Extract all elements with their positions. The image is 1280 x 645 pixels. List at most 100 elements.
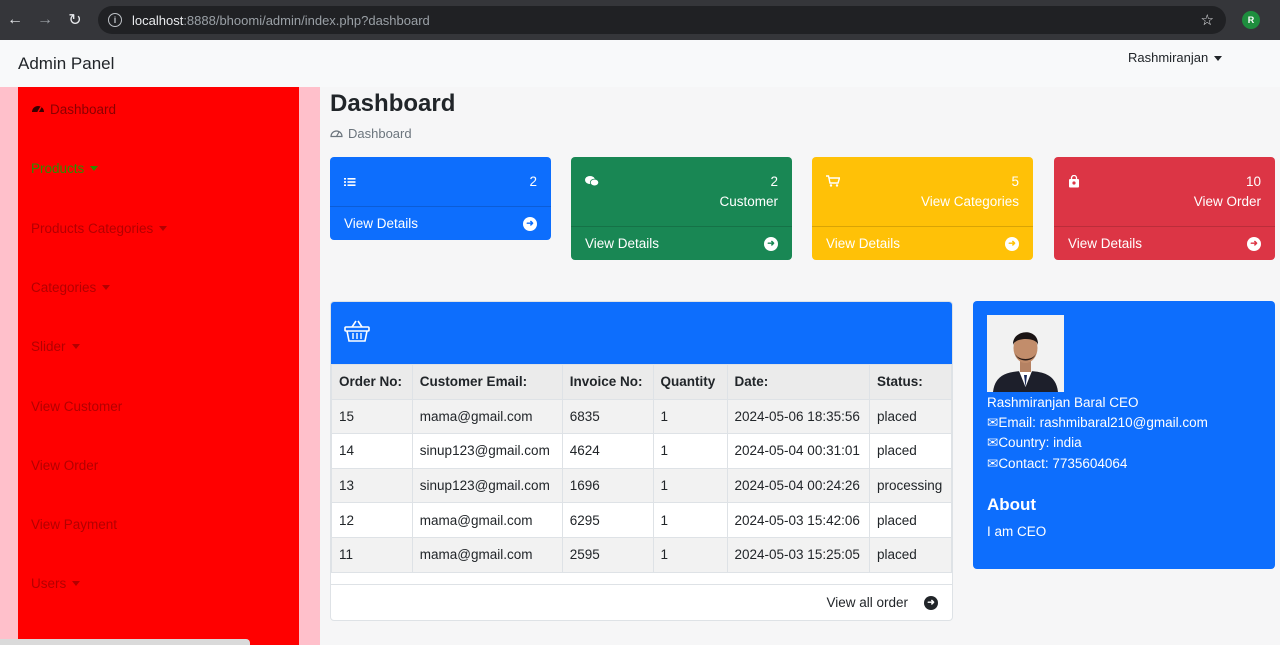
- about-text: I am CEO: [987, 524, 1047, 539]
- stat-count: 2: [529, 174, 537, 189]
- sidebar-item-users[interactable]: Users: [31, 576, 81, 591]
- table-cell: 12: [331, 502, 413, 538]
- sidebar-item-label: Users: [31, 576, 67, 591]
- back-arrow-icon[interactable]: ←: [0, 0, 30, 40]
- table-cell: 2024-05-06 18:35:56: [726, 398, 870, 435]
- table-row: 13 sinup123@gmail.com 1696 1 2024-05-04 …: [331, 467, 952, 504]
- sidebar-item-products-categories[interactable]: Products Categories: [31, 221, 168, 236]
- view-details-link[interactable]: View Details ➜: [330, 206, 551, 240]
- url-path: :8888/bhoomi/admin/index.php?dashboard: [183, 12, 430, 28]
- basket-icon: [344, 320, 370, 342]
- table-cell: 13: [331, 467, 413, 504]
- user-name: Rashmiranjan: [1128, 50, 1209, 65]
- sidebar-item-label: Dashboard: [50, 102, 117, 117]
- table-cell: mama@gmail.com: [411, 502, 563, 538]
- view-details-label: View Details: [1068, 236, 1143, 251]
- sidebar-item-dashboard[interactable]: Dashboard: [31, 102, 116, 117]
- stat-card-orders: 10 View Order View Details ➜: [1054, 157, 1275, 260]
- sidebar-item-view-order[interactable]: View Order: [31, 458, 98, 473]
- sidebar-item-label: Products: [31, 161, 85, 176]
- envelope-icon: ✉: [987, 415, 999, 430]
- table-row: 11 mama@gmail.com 2595 1 2024-05-03 15:2…: [331, 536, 952, 573]
- table-row: 15 mama@gmail.com 6835 1 2024-05-06 18:3…: [331, 398, 952, 435]
- view-all-label: View all order: [826, 595, 908, 610]
- arrow-circle-right-icon: ➜: [764, 236, 778, 251]
- column-header: Status:: [868, 364, 952, 400]
- caret-down-icon: [90, 166, 99, 171]
- view-details-link[interactable]: View Details ➜: [571, 226, 792, 260]
- table-cell: 1: [652, 502, 728, 538]
- site-info-icon[interactable]: i: [108, 13, 122, 27]
- caret-down-icon: [159, 226, 168, 231]
- brand-title[interactable]: Admin Panel: [18, 54, 114, 74]
- chat-icon: [585, 175, 600, 190]
- sidebar-item-products[interactable]: Products: [31, 161, 99, 176]
- reload-icon[interactable]: ↻: [60, 0, 90, 40]
- stat-card-products: 2 View Details ➜: [330, 157, 551, 240]
- caret-down-icon: [102, 285, 111, 290]
- table-cell: 2024-05-04 00:24:26: [726, 467, 870, 504]
- sidebar-item-label: View Payment: [31, 517, 118, 532]
- sidebar-item-view-payment[interactable]: View Payment: [31, 517, 117, 532]
- sidebar-item-label: Products Categories: [31, 221, 154, 236]
- table-cell: 1: [652, 398, 728, 435]
- list-icon: [344, 175, 356, 190]
- about-heading: About: [987, 495, 1037, 514]
- view-details-label: View Details: [344, 216, 419, 231]
- table-cell: mama@gmail.com: [411, 398, 563, 435]
- stat-card-categories: 5 View Categories View Details ➜: [812, 157, 1033, 260]
- profile-country: ✉Country: india: [987, 435, 1082, 451]
- profile-card: Rashmiranjan Baral CEO ✉Email: rashmibar…: [973, 301, 1275, 569]
- table-cell: 1: [652, 536, 728, 573]
- profile-photo: [987, 315, 1064, 392]
- address-bar[interactable]: i localhost:8888/bhoomi/admin/index.php?…: [98, 6, 1226, 34]
- stat-label: Customer: [719, 194, 778, 209]
- table-cell: mama@gmail.com: [411, 536, 563, 573]
- stat-card-customer: 2 Customer View Details ➜: [571, 157, 792, 260]
- table-cell: 2024-05-04 00:31:01: [726, 433, 870, 469]
- arrow-circle-right-icon: ➜: [1247, 236, 1261, 251]
- arrow-circle-right-icon: ➜: [1005, 236, 1019, 251]
- gauge-icon: [31, 102, 45, 117]
- user-dropdown[interactable]: Rashmiranjan: [1128, 50, 1223, 65]
- table-cell: sinup123@gmail.com: [411, 433, 563, 469]
- table-cell: 15: [331, 398, 413, 435]
- forward-arrow-icon[interactable]: →: [30, 0, 60, 40]
- table-cell: 2024-05-03 15:25:05: [726, 536, 870, 573]
- table-header-row: Order No: Customer Email: Invoice No: Qu…: [331, 364, 952, 400]
- sidebar-item-label: Slider: [31, 339, 66, 354]
- column-header: Customer Email:: [411, 364, 563, 400]
- url-host: localhost: [132, 12, 184, 28]
- envelope-icon: ✉: [987, 435, 999, 450]
- sidebar-item-view-customer[interactable]: View Customer: [31, 399, 122, 414]
- table-cell: 11: [331, 536, 413, 573]
- sidebar-item-slider[interactable]: Slider: [31, 339, 80, 354]
- view-details-link[interactable]: View Details ➜: [1054, 226, 1275, 260]
- profile-contact-text: Contact: 7735604064: [998, 456, 1128, 471]
- view-details-link[interactable]: View Details ➜: [812, 226, 1033, 260]
- breadcrumb-label: Dashboard: [348, 126, 412, 141]
- sidebar-item-label: View Order: [31, 458, 99, 473]
- view-details-label: View Details: [826, 236, 901, 251]
- column-header: Quantity: [652, 364, 728, 400]
- browser-status-bar: [0, 639, 250, 645]
- caret-down-icon: [72, 581, 81, 586]
- arrow-circle-right-icon: ➜: [523, 216, 537, 231]
- table-row: 12 mama@gmail.com 6295 1 2024-05-03 15:4…: [331, 502, 952, 538]
- bookmark-star-icon[interactable]: ☆: [1201, 11, 1214, 29]
- stat-count: 2: [770, 174, 778, 189]
- stat-label: View Categories: [920, 194, 1019, 209]
- table-cell: placed: [868, 433, 952, 469]
- view-all-orders-link[interactable]: View all order ➜: [331, 584, 952, 620]
- table-cell: 2024-05-03 15:42:06: [726, 502, 870, 538]
- sidebar-item-categories[interactable]: Categories: [31, 280, 111, 295]
- table-cell: 6295: [561, 502, 654, 538]
- browser-profile-avatar[interactable]: R: [1242, 11, 1260, 29]
- recent-orders-panel: Order No: Customer Email: Invoice No: Qu…: [330, 301, 953, 621]
- profile-email: ✉Email: rashmibaral210@gmail.com: [987, 415, 1208, 431]
- table-cell: 2595: [561, 536, 654, 573]
- table-cell: 1: [652, 433, 728, 469]
- envelope-icon: ✉: [987, 456, 999, 471]
- profile-country-text: Country: india: [998, 435, 1082, 450]
- top-navbar: Admin Panel Rashmiranjan: [0, 40, 1280, 87]
